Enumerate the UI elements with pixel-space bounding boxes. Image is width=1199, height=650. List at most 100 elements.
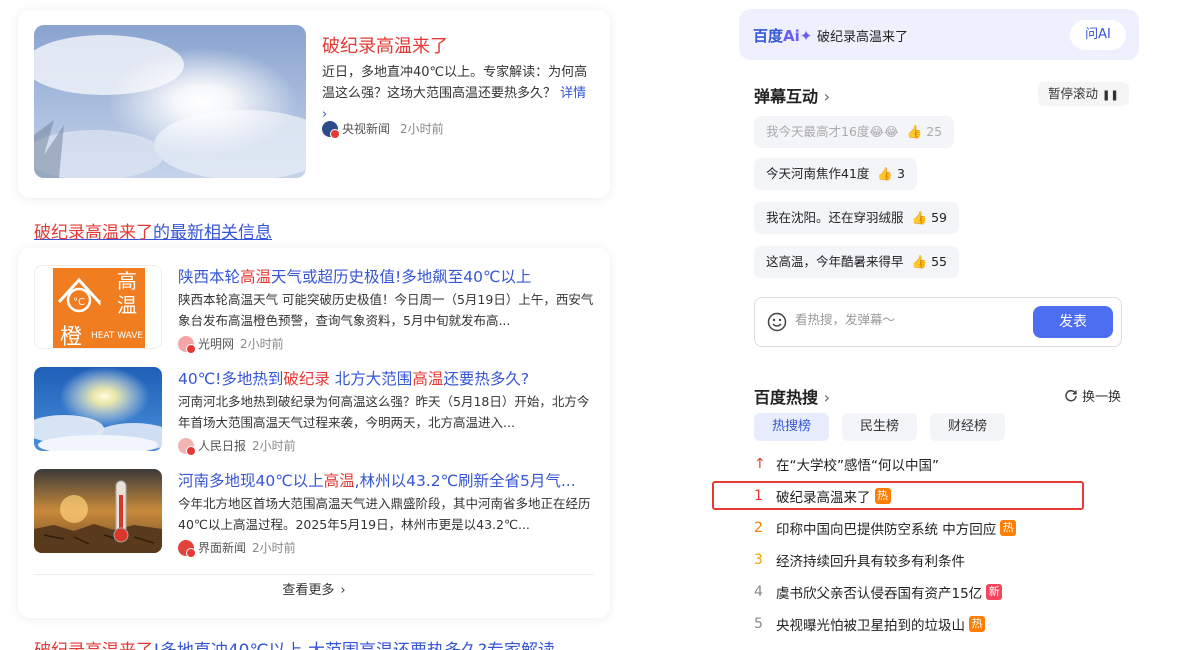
danmu-title-text: 弹幕互动 bbox=[754, 87, 819, 106]
hot-item-text: 虞书欣父亲否认侵吞国有资产15亿 bbox=[776, 586, 983, 602]
publish-time: 2小时前 bbox=[240, 337, 284, 351]
title-part: 40℃!多地热到 bbox=[178, 370, 284, 388]
news-item[interactable]: 河南多地现40℃以上高温,林州以43.2℃刷新全省5月气... 今年北方地区首场… bbox=[34, 469, 594, 558]
cctv-news-icon bbox=[322, 120, 340, 139]
news-list-card: °C 高 温 橙 HEAT WAVE 陕西本轮高温天气或超历史极值!多地飙至40… bbox=[18, 248, 610, 618]
latest-keyword: 破纪录高温来了 bbox=[34, 223, 153, 243]
sun-sky-image[interactable] bbox=[34, 25, 306, 178]
danmu-input[interactable] bbox=[795, 313, 1015, 327]
thumb-char-2: 温 bbox=[117, 293, 137, 317]
emoji-icon[interactable] bbox=[767, 312, 787, 332]
hot-rank: 5 bbox=[754, 616, 763, 632]
news-item[interactable]: 40℃!多地热到破纪录 北方大范围高温还要热多久? 河南河北多地热到破纪录为何高… bbox=[34, 367, 594, 456]
danmu-section-title[interactable]: 弹幕互动 › bbox=[754, 83, 830, 107]
news-meta: 光明网 2小时前 bbox=[178, 335, 284, 354]
guangming-icon bbox=[178, 335, 196, 354]
tab-finance[interactable]: 财经榜 bbox=[930, 413, 1006, 441]
danmu-emoji: 😂😂 bbox=[869, 124, 899, 139]
thumbs-up-icon[interactable]: 👍 bbox=[877, 166, 893, 181]
hot-badge: 热 bbox=[1000, 520, 1017, 536]
chevron-right-icon: › bbox=[823, 87, 830, 106]
hot-search-item[interactable]: 3 经济持续回升具有较多有利条件 bbox=[754, 548, 965, 572]
related-result-link[interactable]: 破纪录高温来了!多地直冲40℃以上 大范围高温还要热多久?专家解读 bbox=[34, 636, 555, 650]
danmu-comment-box: 发表 bbox=[754, 297, 1122, 347]
hot-search-title[interactable]: 百度热搜 › bbox=[754, 384, 830, 408]
hot-item-text: 经济持续回升具有较多有利条件 bbox=[776, 554, 965, 570]
title-part: 天气或超历史极值!多地飙至40℃以上 bbox=[271, 268, 532, 286]
danmu-item[interactable]: 我在沈阳。还在穿羽绒服 👍 59 bbox=[754, 202, 959, 234]
jiemian-news-icon bbox=[178, 539, 196, 558]
title-highlight: 高温 bbox=[240, 268, 272, 286]
logo-text: 百度 bbox=[753, 27, 784, 45]
peoples-daily-icon bbox=[178, 437, 196, 456]
hot-rank: 2 bbox=[754, 520, 763, 536]
thermometer-drought-image[interactable] bbox=[34, 469, 162, 553]
hot-search-item[interactable]: 4 虞书欣父亲否认侵吞国有资产15亿新 bbox=[754, 580, 1003, 604]
logo-ai-text: Ai✦ bbox=[783, 27, 813, 45]
danmu-item[interactable]: 这高温，今年酷暑来得早 👍 55 bbox=[754, 246, 959, 278]
title-highlight: 高温 bbox=[412, 370, 444, 388]
thumb-level: 橙 bbox=[60, 325, 82, 349]
see-more-label: 查看更多 bbox=[282, 583, 335, 598]
source-name[interactable]: 央视新闻 bbox=[342, 120, 390, 137]
hot-item-text: 印称中国向巴提供防空系统 中方回应 bbox=[776, 522, 997, 538]
source-name[interactable]: 光明网 bbox=[198, 335, 234, 352]
like-count: 59 bbox=[931, 210, 947, 225]
danmu-text: 我今天最高才16度 bbox=[766, 124, 870, 139]
selection-highlight-box bbox=[712, 481, 1084, 510]
publish-time: 2小时前 bbox=[400, 122, 444, 136]
hot-search-item[interactable]: 2 印称中国向巴提供防空系统 中方回应热 bbox=[754, 516, 1017, 540]
like-count: 55 bbox=[931, 254, 947, 269]
tab-hot-search[interactable]: 热搜榜 bbox=[754, 413, 830, 441]
hot-search-item[interactable]: ↑ 在“大学校”感悟“何以中国” bbox=[754, 452, 939, 476]
pause-label: 暂停滚动 bbox=[1048, 86, 1099, 101]
sunny-sky-image[interactable] bbox=[34, 367, 162, 451]
thumbs-up-icon[interactable]: 👍 bbox=[912, 210, 928, 225]
news-meta: 人民日报 2小时前 bbox=[178, 437, 296, 456]
latest-suffix: 的最新相关信息 bbox=[153, 223, 272, 243]
hot-item-text: 央视曝光怕被卫星拍到的垃圾山 bbox=[776, 618, 965, 634]
hot-item-text: 在“大学校”感悟“何以中国” bbox=[776, 458, 939, 474]
hot-rank: 3 bbox=[754, 552, 763, 568]
new-badge: 新 bbox=[986, 584, 1003, 600]
top-news-card[interactable]: 破纪录高温来了 近日，多地直冲40℃以上。专家解读：为何高温这么强？这场大范围高… bbox=[18, 10, 610, 198]
news-title[interactable]: 河南多地现40℃以上高温,林州以43.2℃刷新全省5月气... bbox=[178, 469, 598, 491]
title-part: 河南多地现40℃以上 bbox=[178, 472, 324, 490]
news-description: 陕西本轮高温天气 可能突破历史极值！今日周一（5月19日）上午，西安气象台发布高… bbox=[178, 292, 594, 328]
title-part: 北方大范围 bbox=[329, 370, 413, 388]
svg-text:°C: °C bbox=[73, 297, 85, 308]
source-name[interactable]: 界面新闻 bbox=[198, 539, 246, 556]
tab-livelihood[interactable]: 民生榜 bbox=[842, 413, 918, 441]
see-more-button[interactable]: 查看更多 › bbox=[34, 574, 594, 598]
details-link[interactable]: 详情 bbox=[560, 86, 586, 101]
send-danmu-button[interactable]: 发表 bbox=[1033, 306, 1113, 338]
result-rest: !多地直冲40℃以上 大范围高温还要热多久?专家解读 bbox=[153, 641, 555, 650]
baidu-ai-bar[interactable]: 百度Ai✦ 破纪录高温来了 问AI bbox=[739, 9, 1139, 60]
heat-wave-warning-icon[interactable]: °C 高 温 橙 HEAT WAVE bbox=[34, 265, 162, 349]
like-count: 25 bbox=[926, 124, 943, 139]
hot-badge: 热 bbox=[969, 616, 985, 632]
ask-ai-button[interactable]: 问AI bbox=[1070, 20, 1126, 50]
result-keyword: 破纪录高温来了 bbox=[34, 641, 153, 650]
danmu-item[interactable]: 我今天最高才16度😂😂 👍 25 bbox=[754, 116, 955, 148]
danmu-item[interactable]: 今天河南焦作41度 👍 3 bbox=[754, 158, 917, 190]
news-item[interactable]: °C 高 温 橙 HEAT WAVE 陕西本轮高温天气或超历史极值!多地飙至40… bbox=[34, 265, 594, 354]
top-news-title[interactable]: 破纪录高温来了 bbox=[322, 32, 448, 58]
thumbs-up-icon[interactable]: 👍 bbox=[912, 254, 928, 269]
danmu-text: 这高温，今年酷暑来得早 bbox=[766, 254, 904, 269]
source-name[interactable]: 人民日报 bbox=[198, 437, 246, 454]
refresh-button[interactable]: 换一换 bbox=[1064, 386, 1121, 405]
pause-scroll-button[interactable]: 暂停滚动 ❚❚ bbox=[1038, 82, 1129, 106]
news-description: 河南河北多地热到破纪录为何高温这么强？昨天（5月18日）开始，北方今年首场大范围… bbox=[178, 394, 590, 430]
hot-rank: 4 bbox=[754, 584, 763, 600]
title-highlight: 高温 bbox=[323, 472, 355, 490]
news-description: 今年北方地区首场大范围高温天气进入鼎盛阶段，其中河南省多地正在经历40℃以上高温… bbox=[178, 496, 591, 532]
thumbs-up-icon[interactable]: 👍 bbox=[907, 124, 923, 139]
refresh-label: 换一换 bbox=[1082, 390, 1122, 405]
latest-info-link[interactable]: 破纪录高温来了的最新相关信息 bbox=[34, 218, 272, 243]
news-title[interactable]: 40℃!多地热到破纪录 北方大范围高温还要热多久? bbox=[178, 367, 598, 389]
news-title[interactable]: 陕西本轮高温天气或超历史极值!多地飙至40℃以上 bbox=[178, 265, 598, 287]
refresh-icon bbox=[1065, 389, 1077, 401]
hot-search-item[interactable]: 5 央视曝光怕被卫星拍到的垃圾山热 bbox=[754, 612, 985, 636]
chevron-right-icon: › bbox=[823, 388, 830, 407]
